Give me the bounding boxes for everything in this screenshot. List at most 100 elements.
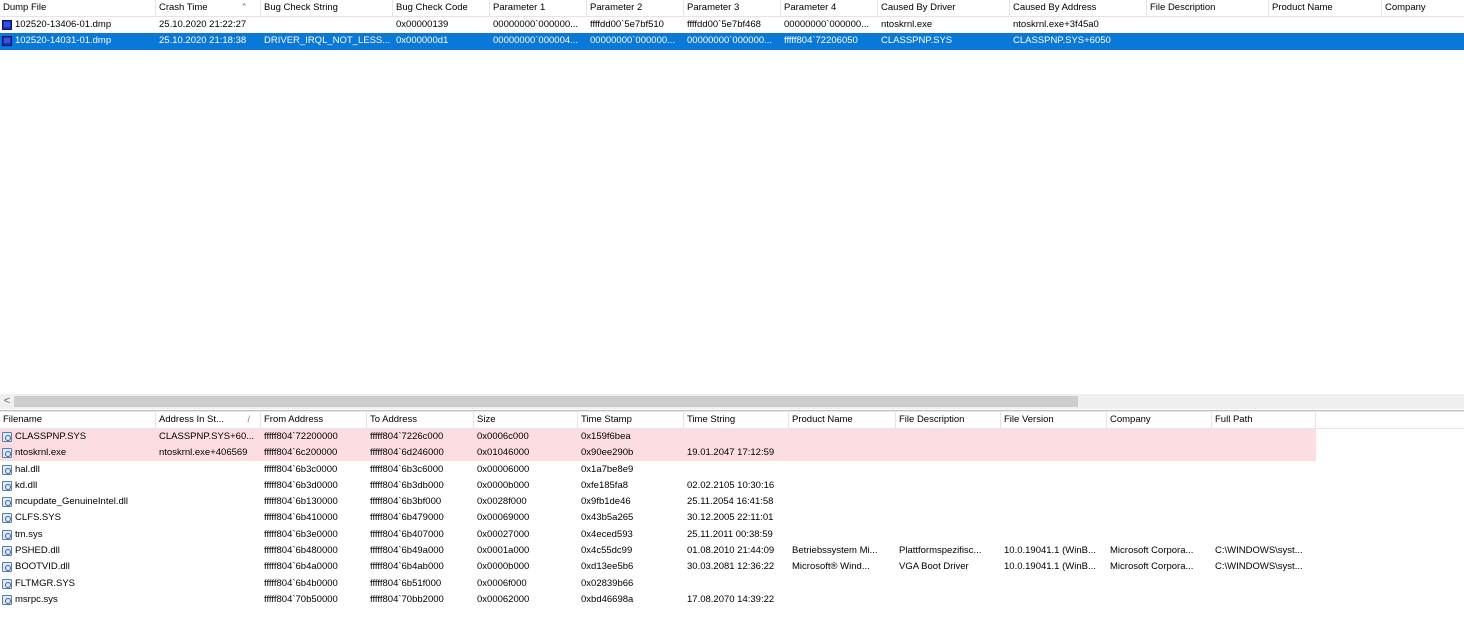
cell-company: Microsoft Corpora... (1110, 561, 1194, 573)
module-row[interactable]: mcupdate_GenuineIntel.dll fffff804`6b1300… (0, 494, 1464, 510)
module-row[interactable]: msrpc.sys fffff804`70b50000 fffff804`70bb2… (0, 592, 1464, 608)
cell-company (1107, 576, 1212, 592)
cell-text: msrpc.sys (15, 593, 58, 605)
module-row[interactable]: BOOTVID.dll fffff804`6b4a0000 fffff804`6b4… (0, 559, 1464, 575)
col-label: To Address (370, 414, 417, 425)
col-crash-time[interactable]: Crash Time ⌃ (156, 0, 261, 17)
cell-full-path (1212, 510, 1316, 526)
module-row[interactable]: ntoskrnl.exe ntoskrnl.exe+406569 fffff804`… (0, 445, 1464, 462)
cell-text: CLFS.SYS (15, 512, 61, 524)
modules-list[interactable]: Filename Address In St... / From Address … (0, 412, 1464, 617)
cell-size: 0x00006000 (477, 463, 530, 475)
driver-file-icon (2, 594, 12, 605)
cell-file-description: Plattformspezifisc... (899, 545, 982, 557)
col-parameter-1[interactable]: Parameter 1 (490, 0, 587, 17)
cell-text: ntoskrnl.exe (15, 447, 67, 459)
col-company[interactable]: Company (1107, 412, 1212, 429)
cell-time-stamp: 0x1a7be8e9 (581, 463, 634, 475)
cell-address-in-stack (156, 527, 261, 543)
col-label: Bug Check Code (396, 2, 468, 13)
cell-to-address: fffff804`6b407000 (370, 528, 444, 540)
module-row[interactable]: FLTMGR.SYS fffff804`6b4b0000 fffff804`6b51… (0, 576, 1464, 592)
module-row[interactable]: tm.sys fffff804`6b3e0000 fffff804`6b407000… (0, 527, 1464, 543)
cell-size: 0x0000b000 (477, 479, 530, 491)
col-parameter-3[interactable]: Parameter 3 (684, 0, 781, 17)
cell-full-path (1212, 429, 1316, 445)
col-label: Parameter 3 (687, 2, 740, 13)
cell-text: mcupdate_GenuineIntel.dll (15, 496, 129, 508)
module-row[interactable]: CLFS.SYS fffff804`6b410000 fffff804`6b4790… (0, 510, 1464, 526)
cell-filename: CLASSPNP.SYS (0, 429, 156, 445)
crash-dump-row[interactable]: 102520-14031-01.dmp 25.10.2020 21:18:38 DR… (0, 33, 1464, 50)
col-time-stamp[interactable]: Time Stamp (578, 412, 684, 429)
module-row[interactable]: PSHED.dll fffff804`6b480000 fffff804`6b49a… (0, 543, 1464, 559)
cell-file-version: 10.0.19041.1 (WinB... (1004, 545, 1096, 557)
modules-header: Filename Address In St... / From Address … (0, 412, 1464, 429)
cell-time-string: 25.11.2054 16:41:58 (687, 496, 774, 508)
col-parameter-4[interactable]: Parameter 4 (781, 0, 878, 17)
col-caused-by-address[interactable]: Caused By Address (1010, 0, 1147, 17)
cell-product-name (789, 445, 896, 461)
col-address-in-stack[interactable]: Address In St... / (156, 412, 261, 429)
col-label: Product Name (1272, 2, 1333, 13)
col-label: Filename (3, 414, 43, 425)
cell-product-name: Microsoft® Wind... (792, 561, 870, 573)
cell-file-description (896, 445, 1001, 461)
cell-text: tm.sys (15, 528, 43, 540)
cell-dump-file: 102520-13406-01.dmp (0, 17, 156, 33)
col-caused-by-driver[interactable]: Caused By Driver (878, 0, 1010, 17)
cell-file-description (1147, 17, 1269, 33)
cell-text: FLTMGR.SYS (15, 577, 75, 589)
crash-dump-row[interactable]: 102520-13406-01.dmp 25.10.2020 21:22:27 0x… (0, 17, 1464, 33)
driver-file-icon (2, 464, 12, 475)
cell-to-address: fffff804`70bb2000 (370, 593, 444, 605)
cell-parameter-2: 00000000`000000... (590, 35, 676, 47)
col-to-address[interactable]: To Address (367, 412, 474, 429)
col-dump-file[interactable]: Dump File (0, 0, 156, 17)
col-from-address[interactable]: From Address (261, 412, 367, 429)
crash-dumps-header: Dump File Crash Time ⌃ Bug Check String B… (0, 0, 1464, 17)
col-size[interactable]: Size (474, 412, 578, 429)
cell-time-string: 01.08.2010 21:44:09 (687, 545, 775, 557)
horizontal-scrollbar[interactable]: < (0, 394, 1464, 409)
cell-filename: msrpc.sys (0, 592, 156, 608)
col-bug-check-code[interactable]: Bug Check Code (393, 0, 490, 17)
scroll-left-icon[interactable]: < (0, 394, 14, 409)
scrollbar-thumb[interactable] (14, 396, 1078, 407)
cell-filename: kd.dll (0, 478, 156, 494)
cell-time-string: 19.01.2047 17:12:59 (687, 447, 775, 459)
col-label: Crash Time (159, 2, 208, 13)
col-file-description[interactable]: File Description (896, 412, 1001, 429)
col-filename[interactable]: Filename (0, 412, 156, 429)
cell-full-path (1212, 478, 1316, 494)
col-file-description[interactable]: File Description (1147, 0, 1269, 17)
col-full-path[interactable]: Full Path (1212, 412, 1316, 429)
col-product-name[interactable]: Product Name (1269, 0, 1382, 17)
cell-size: 0x00027000 (477, 528, 530, 540)
crash-dumps-list[interactable]: Dump File Crash Time ⌃ Bug Check String B… (0, 0, 1464, 392)
cell-product-name (789, 462, 896, 478)
col-label: Caused By Address (1013, 2, 1097, 13)
module-row[interactable]: CLASSPNP.SYS CLASSPNP.SYS+60... fffff804`7… (0, 429, 1464, 445)
module-row[interactable]: hal.dll fffff804`6b3c0000 fffff804`6b3c600… (0, 462, 1464, 478)
cell-company (1107, 592, 1212, 608)
module-row[interactable]: kd.dll fffff804`6b3d0000 fffff804`6b3db000… (0, 478, 1464, 494)
col-time-string[interactable]: Time String (684, 412, 789, 429)
cell-file-version (1001, 527, 1107, 543)
cell-address-in-stack: CLASSPNP.SYS+60... (159, 431, 255, 442)
cell-address-in-stack (156, 592, 261, 608)
cell-from-address: fffff804`6c200000 (264, 447, 338, 459)
col-bug-check-string[interactable]: Bug Check String (261, 0, 393, 17)
cell-full-path (1212, 592, 1316, 608)
col-file-version[interactable]: File Version (1001, 412, 1107, 429)
cell-product-name: Betriebssystem Mi... (792, 545, 878, 557)
col-company[interactable]: Company (1382, 0, 1464, 17)
cell-company (1107, 494, 1212, 510)
col-product-name[interactable]: Product Name (789, 412, 896, 429)
col-parameter-2[interactable]: Parameter 2 (587, 0, 684, 17)
cell-from-address: fffff804`6b410000 (264, 512, 338, 524)
cell-address-in-stack (156, 510, 261, 526)
cell-dump-file: 102520-14031-01.dmp (0, 33, 156, 49)
cell-to-address: fffff804`6b4ab000 (370, 561, 444, 573)
col-label: Company (1385, 2, 1426, 13)
